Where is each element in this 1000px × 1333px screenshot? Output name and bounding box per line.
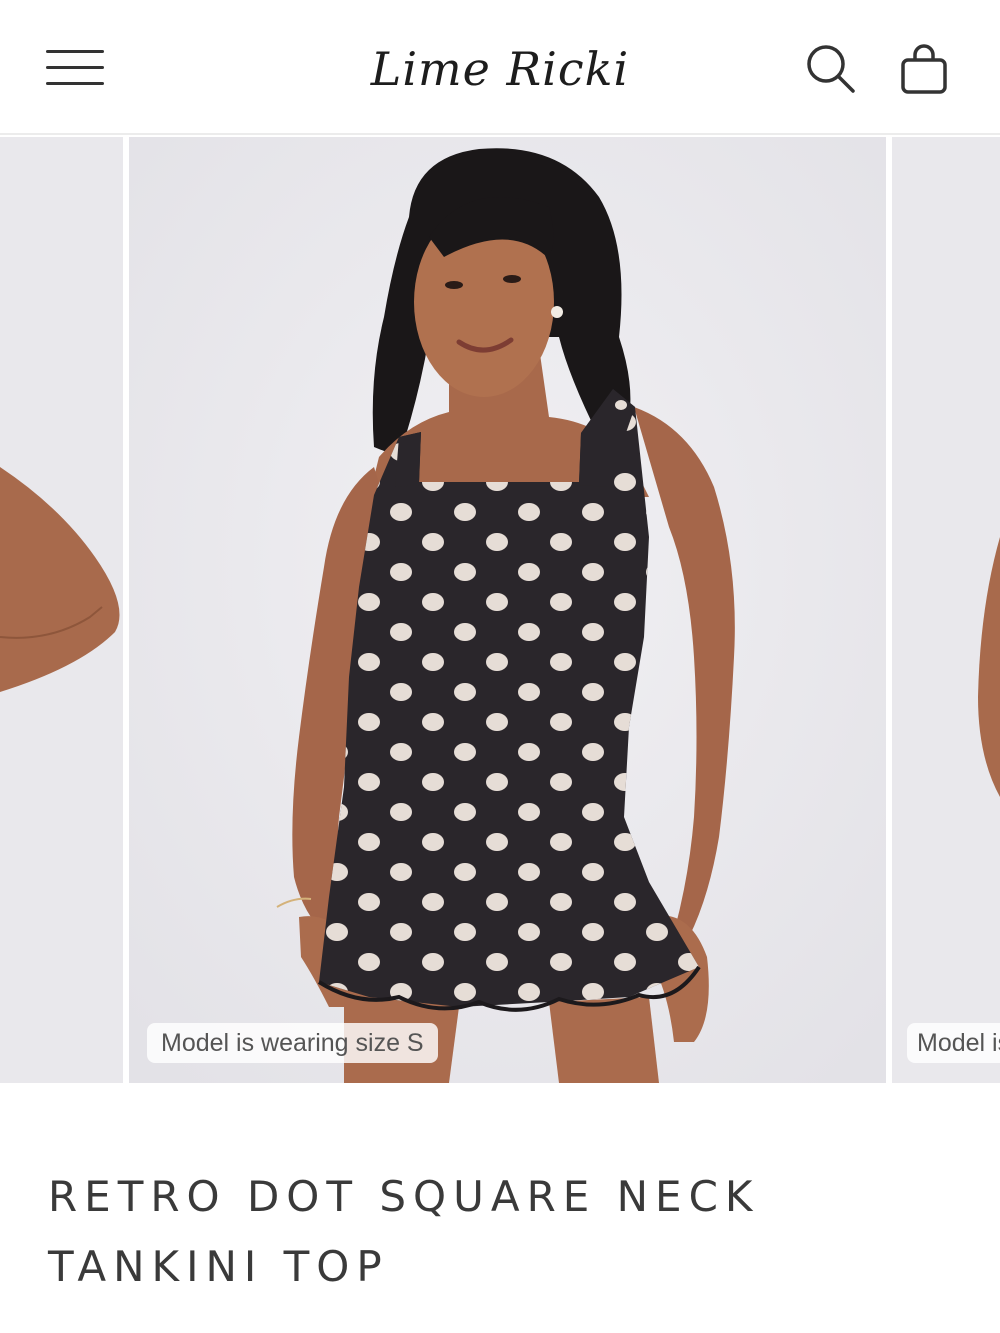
site-header: Lime Ricki — [0, 0, 1000, 135]
brand-logo[interactable]: Lime Ricki — [360, 30, 640, 108]
shopping-bag-icon — [901, 44, 947, 94]
product-image-next — [892, 137, 1000, 1083]
cart-button[interactable] — [896, 40, 952, 96]
model-size-caption-next: Model is wearing size S — [907, 1023, 1000, 1063]
product-image-main — [129, 137, 886, 1083]
product-title: RETRO DOT SQUARE NECK TANKINI TOP — [48, 1172, 760, 1291]
gallery-slide-main[interactable] — [129, 137, 886, 1083]
hamburger-menu-icon[interactable] — [46, 48, 104, 88]
gallery-slide-next[interactable] — [892, 137, 1000, 1083]
product-image-previous — [0, 137, 123, 1083]
search-icon — [807, 45, 855, 93]
logo-text: Lime Ricki — [370, 42, 630, 96]
product-image-gallery[interactable]: Model is wearing size S Model is wearing… — [0, 137, 1000, 1083]
search-button[interactable] — [802, 40, 858, 96]
model-size-caption: Model is wearing size S — [147, 1023, 438, 1063]
gallery-slide-previous[interactable] — [0, 137, 123, 1083]
